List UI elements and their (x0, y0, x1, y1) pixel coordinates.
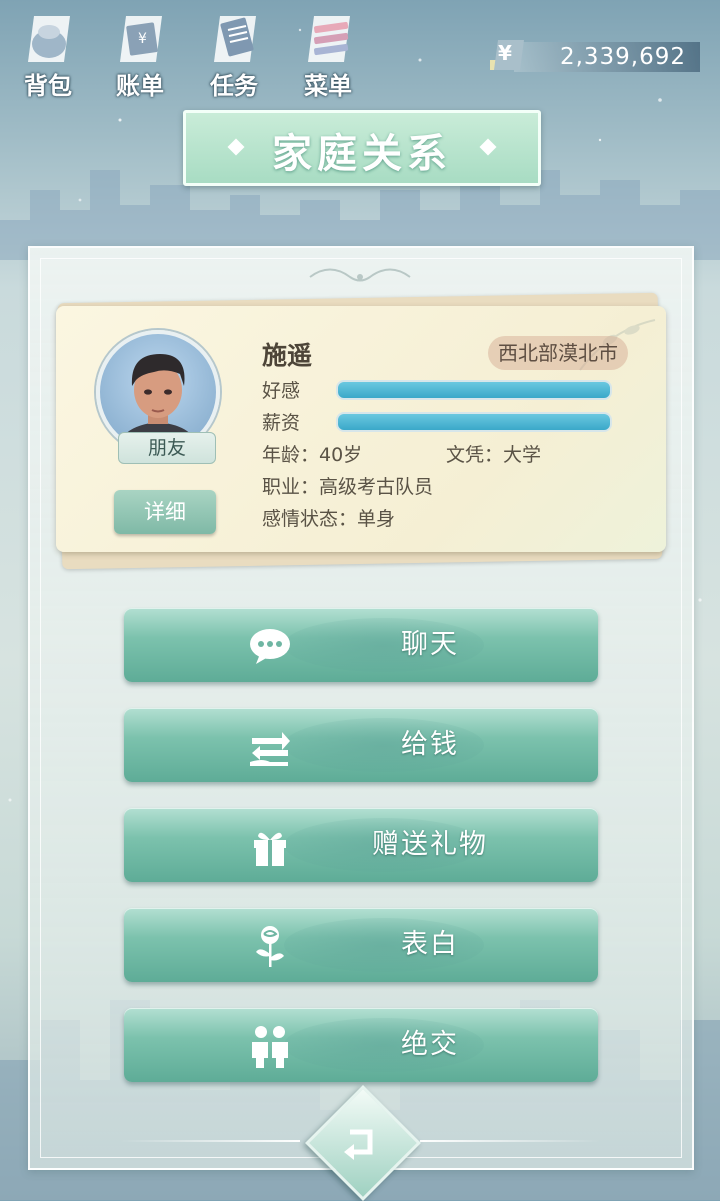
panel-flourish (309, 268, 411, 282)
svg-text:¥: ¥ (138, 31, 147, 47)
rose-icon (256, 926, 284, 967)
confess-label: 表白 (401, 929, 459, 960)
topbar-label: 任务 (210, 72, 258, 100)
topbar-bill-button[interactable]: ¥ 账单 (100, 6, 180, 100)
gift-icon (254, 832, 286, 866)
give-money-label: 给钱 (401, 729, 459, 760)
education-info: 文凭：大学 (446, 444, 542, 466)
relationship-status-info: 感情状态：单身 (262, 508, 396, 530)
backpack-icon (28, 16, 70, 62)
give-money-icon (250, 732, 290, 766)
topbar-label: 菜单 (304, 72, 352, 100)
chat-icon (250, 629, 290, 664)
page-title-plate: 家庭关系 (183, 110, 541, 186)
topbar-label: 背包 (24, 72, 72, 100)
character-card: 朋友 详细 施遥 西北部漠北市 好感 薪资 年龄：40岁 文凭：大学 职业：高级… (56, 306, 666, 552)
task-icon (214, 16, 256, 62)
chat-button[interactable]: 聊天 (124, 608, 598, 682)
topbar-menu-button[interactable]: 菜单 (288, 6, 368, 100)
topbar-label: 账单 (116, 72, 164, 100)
gift-label: 赠送礼物 (372, 829, 488, 860)
age-info: 年龄：40岁 (262, 444, 363, 466)
job-info: 职业：高级考古队员 (262, 476, 434, 498)
currency-symbol: ¥ (498, 41, 512, 65)
bottom-deco-right (420, 1140, 600, 1142)
detail-button[interactable]: 详细 (114, 490, 216, 534)
money-value: 2,339,692 (559, 44, 686, 70)
menu-icon (308, 16, 350, 62)
bill-icon: ¥ (120, 16, 162, 62)
salary-label: 薪资 (262, 412, 301, 434)
break-up-label: 绝交 (401, 1029, 459, 1060)
region-badge: 西北部漠北市 (488, 336, 628, 370)
character-name: 施遥 (262, 341, 313, 370)
chat-label: 聊天 (401, 629, 459, 660)
favor-bar (336, 380, 612, 400)
bottom-deco-left (120, 1140, 300, 1142)
break-up-button[interactable]: 绝交 (124, 1008, 598, 1082)
confess-button[interactable]: 表白 (124, 908, 598, 982)
favor-label: 好感 (262, 380, 301, 402)
topbar-backpack-button[interactable]: 背包 (8, 6, 88, 100)
relation-badge: 朋友 (118, 432, 216, 464)
topbar-task-button[interactable]: 任务 (194, 6, 274, 100)
gift-button[interactable]: 赠送礼物 (124, 808, 598, 882)
give-money-button[interactable]: 给钱 (124, 708, 598, 782)
money-display: ¥ 2,339,692 (478, 38, 708, 74)
back-arrow-icon (344, 1129, 373, 1160)
salary-bar (336, 412, 612, 432)
friends-icon (252, 1026, 288, 1068)
